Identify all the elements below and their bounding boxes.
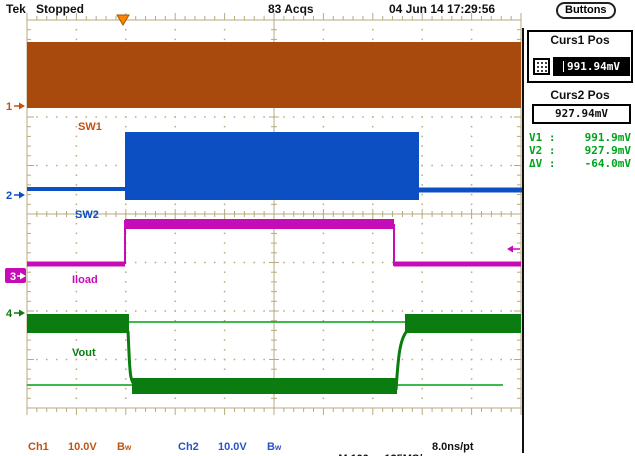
acq-status: Stopped [36,2,84,16]
text-caret [563,61,564,72]
panel-separator [522,28,524,453]
cursor1-title: Curs1 Pos [550,33,610,47]
ch1-ground-marker: 1 [6,101,25,113]
ch4-screen-label: Vout [72,347,96,359]
cursor2-value-field[interactable]: 927.94mV [532,104,631,124]
ch1-bandwidth-badge: Bw [117,441,132,453]
cursor-readouts: V1 : 991.9mV V2 : 927.9mV ΔV : -64.0mV [529,131,631,170]
ch2-name: Ch2 [178,441,199,453]
trigger-level-marker [507,245,520,253]
channel-readouts-right: Ch2 10.0V Bw Ch4 50.0mV Ω Bw [178,417,290,456]
ch2-scale: 10.0V [218,441,247,453]
svg-text:3: 3 [10,271,16,283]
resolution-label: 8.0ns/pt [432,441,474,453]
svg-text:SW2: SW2 [75,209,99,221]
cursor-v2-readout: V2 : 927.9mV [529,144,631,157]
cursor2-title: Curs2 Pos [550,88,610,102]
ch1-readout: Ch1 10.0V Bw [28,441,140,454]
cursor1-value-field[interactable]: 991.94mV [553,57,630,76]
ch2-trace [27,132,523,200]
svg-text:Vout: Vout [72,347,96,359]
timebase-row: M 100µs 125MS/s 8.0ns/pt [320,441,520,456]
acq-count: 83 Acqs [268,2,314,16]
svg-text:2: 2 [6,190,12,202]
ch2-screen-label: SW2 [75,209,99,221]
oscilloscope-screen: SW1 1 SW2 2 Iload 3 Vout 4 Tek Stopped 83 Acqs … [0,0,635,456]
cursor-v1-readout: V1 : 991.9mV [529,131,631,144]
ch2-bandwidth-badge: Bw [267,441,282,453]
ch1-trace [27,42,521,108]
ch4-ground-marker: 4 [6,308,25,320]
ch1-screen-label: SW1 [78,121,102,133]
cursor-delta-readout: ΔV : -64.0mV [529,157,631,170]
channel-readouts-left: Ch1 10.0V Bw Ch3 100mV Ω Bw [28,417,140,456]
datetime-label: 04 Jun 14 17:29:56 [389,2,496,16]
svg-text:4: 4 [6,308,13,320]
ch2-ground-marker: 2 [6,190,25,202]
svg-text:SW1: SW1 [78,121,102,133]
svg-text:Iload: Iload [72,274,98,286]
keypad-icon[interactable] [533,58,550,75]
buttons-button[interactable]: Buttons [556,2,616,19]
svg-text:1: 1 [6,101,12,113]
ch3-screen-label: Iload [72,274,98,286]
ch2-readout: Ch2 10.0V Bw [178,441,290,454]
ch1-scale: 10.0V [68,441,97,453]
timebase-trigger-readout: M 100µs 125MS/s 8.0ns/pt A Ch3 54.0mV [320,417,520,456]
cursor1-position-group: Curs1 Pos 991.94mV [527,30,633,83]
ch3-ground-marker: 3 [5,268,26,283]
ch1-name: Ch1 [28,441,49,453]
brand-logo: Tek [6,2,26,16]
